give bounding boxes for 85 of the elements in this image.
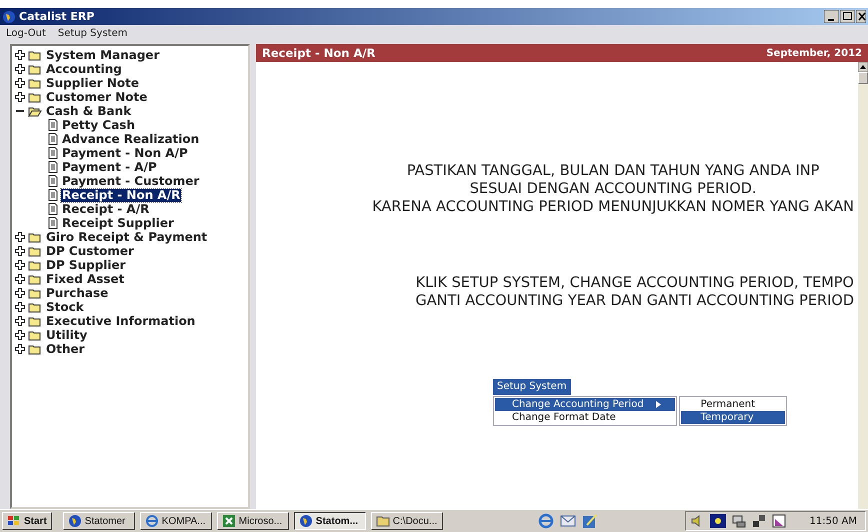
expand-icon[interactable] [15,64,25,74]
document-icon [48,203,58,215]
globe-icon [2,10,16,24]
clock: 11:50 AM [810,516,857,526]
message-text: SESUAI DENGAN ACCOUNTING PERIOD. [470,180,757,198]
tree-item[interactable]: Cash & Bank [45,104,132,118]
document-icon [48,147,58,159]
tree-item[interactable]: Payment - Customer [61,174,200,188]
scroll-thumb[interactable] [858,72,868,84]
expand-icon[interactable] [15,50,25,60]
windows-logo-icon [7,515,21,527]
message-text: KLIK SETUP SYSTEM, CHANGE ACCOUNTING PERIOD, TEMPO [416,274,854,292]
window-icon[interactable] [772,514,786,528]
message-text: PASTIKAN TANGGAL, BULAN DAN TAHUN YANG ANDA INP [406,162,820,180]
globe-icon [298,514,313,528]
message-text: GANTI ACCOUNTING YEAR DAN GANTI ACCOUNTING PERIOD [416,292,854,310]
taskbar-button[interactable]: Statom... [294,512,366,530]
menu-title[interactable]: Setup System [493,379,571,395]
tree-item[interactable]: Fixed Asset [45,272,126,286]
minimize-icon[interactable] [824,10,839,23]
expand-icon[interactable] [15,288,25,298]
menu-item[interactable]: Log-Out [6,28,46,39]
browser-icon[interactable] [538,513,554,529]
globe-icon [68,514,82,528]
tree-item[interactable]: Payment - A/P [61,160,158,174]
taskbar-button[interactable]: Microso... [216,512,289,530]
maximize-icon[interactable] [840,10,855,23]
tree-item[interactable]: Receipt - A/R [61,202,150,216]
close-icon[interactable] [856,10,866,23]
envelope-icon[interactable] [560,513,576,529]
tree-item[interactable]: Receipt - Non A/R [61,188,182,202]
menu-item[interactable]: Change Accounting Period [495,398,675,411]
computer-icon[interactable] [732,514,746,528]
tree-item[interactable]: Payment - Non A/P [61,146,189,160]
tree-item[interactable]: Stock [45,300,85,314]
document-icon [48,175,58,187]
document-icon [48,217,58,229]
window-title: Catalist ERP [19,10,94,23]
document-icon [48,189,58,201]
menu-item[interactable]: Change Format Date [495,411,675,424]
tree-item[interactable]: Utility [45,328,88,342]
expand-icon[interactable] [15,92,25,102]
expand-icon[interactable] [15,260,25,270]
browser-icon [144,514,159,528]
folder-icon [376,514,390,528]
tree-item[interactable]: Other [45,342,86,356]
pen-icon[interactable] [582,513,598,529]
network-icon[interactable] [710,514,726,528]
start-button[interactable]: Start [2,512,52,530]
tree-item[interactable]: Petty Cash [61,118,136,132]
menu-item[interactable]: Temporary [680,411,786,424]
expand-icon[interactable] [15,232,25,242]
squares-icon[interactable] [752,514,766,528]
scroll-up-icon[interactable] [858,62,868,72]
tree-item[interactable]: DP Customer [45,244,135,258]
taskbar-button[interactable]: KOMPA... [140,512,212,530]
tree-item[interactable]: System Manager [45,48,160,62]
message-text: KARENA ACCOUNTING PERIOD MENUNJUKKAN NOMER YANG AKAN [372,198,854,216]
menu-item[interactable]: Setup System [58,28,128,39]
period-label: September, 2012 [766,48,862,58]
tree-item[interactable]: Giro Receipt & Payment [45,230,208,244]
tree-item[interactable]: Accounting [45,62,123,76]
menu-item[interactable]: Permanent [680,398,786,411]
panel-title: Receipt - Non A/R [262,46,376,60]
taskbar-button[interactable]: C:\Docu... [370,512,443,530]
expand-icon[interactable] [15,316,25,326]
tree-item[interactable]: Purchase [45,286,110,300]
tree-item[interactable]: Advance Realization [61,132,200,146]
spreadsheet-icon [222,514,236,528]
tree-item[interactable]: DP Supplier [45,258,127,272]
document-icon [48,161,58,173]
expand-icon[interactable] [15,302,25,312]
tree-item[interactable]: Executive Information [45,314,196,328]
taskbar-button[interactable]: Statomer [62,512,135,530]
expand-icon[interactable] [15,344,25,354]
expand-icon[interactable] [15,330,25,340]
expand-icon[interactable] [15,246,25,256]
expand-icon[interactable] [15,78,25,88]
tree-item[interactable]: Receipt Supplier [61,216,175,230]
document-icon [48,133,58,145]
expand-icon[interactable] [15,274,25,284]
tree-item[interactable]: Customer Note [45,90,148,104]
tree-item[interactable]: Supplier Note [45,76,140,90]
document-icon [48,119,58,131]
vertical-scrollbar[interactable] [858,62,868,509]
